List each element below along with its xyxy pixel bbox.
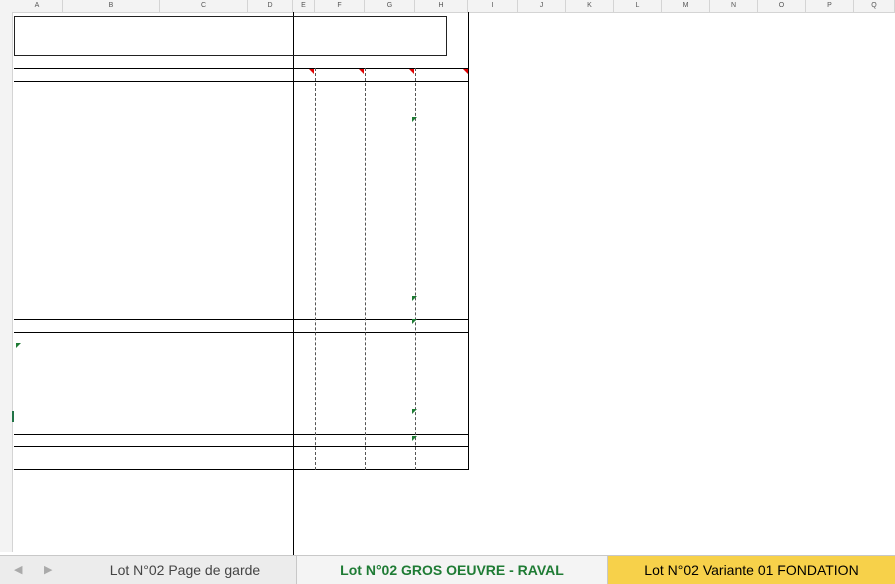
column-header-bar: ABCDEFGHIJKLMNOPQ xyxy=(0,0,895,13)
column-header-a[interactable]: A xyxy=(12,0,63,12)
comment-marker-icon[interactable] xyxy=(463,69,468,74)
sheet-tab-bar: ◀ ▶ Lot N°02 Page de garde Lot N°02 GROS… xyxy=(0,555,895,584)
column-header-n[interactable]: N xyxy=(710,0,758,12)
column-header-b[interactable]: B xyxy=(63,0,160,12)
column-separator xyxy=(365,68,366,470)
column-header-q[interactable]: Q xyxy=(854,0,895,12)
column-header-m[interactable]: M xyxy=(662,0,710,12)
column-header-c[interactable]: C xyxy=(160,0,248,12)
formula-marker-icon[interactable] xyxy=(412,117,417,122)
column-header-d[interactable]: D xyxy=(248,0,293,12)
total-fondations-top xyxy=(14,319,468,320)
tab-page-de-garde[interactable]: Lot N°02 Page de garde xyxy=(74,556,296,584)
column-header-j[interactable]: J xyxy=(518,0,566,12)
column-header-g[interactable]: G xyxy=(365,0,415,12)
next-sheet-icon[interactable]: ▶ xyxy=(44,556,52,584)
formula-marker-icon[interactable] xyxy=(412,436,417,441)
formula-marker-icon[interactable] xyxy=(412,296,417,301)
prev-sheet-icon[interactable]: ◀ xyxy=(14,556,22,584)
formula-marker-icon[interactable] xyxy=(412,409,417,414)
column-header-k[interactable]: K xyxy=(566,0,614,12)
column-header-e[interactable]: E xyxy=(293,0,315,12)
selected-cell-marker xyxy=(12,411,14,422)
header-rule-bottom xyxy=(14,81,468,82)
column-header-h[interactable]: H xyxy=(415,0,468,12)
column-header-p[interactable]: P xyxy=(806,0,854,12)
total-documents-bottom xyxy=(14,446,468,447)
comment-marker-icon[interactable] xyxy=(409,69,414,74)
formula-marker-icon[interactable] xyxy=(412,319,417,324)
frame-right-line xyxy=(468,12,469,470)
column-header-f[interactable]: F xyxy=(315,0,365,12)
project-title-box xyxy=(14,16,447,56)
header-rule-top xyxy=(14,68,468,69)
tab-variante-fondation[interactable]: Lot N°02 Variante 01 FONDATION xyxy=(608,556,895,584)
total-documents-top xyxy=(14,434,468,435)
column-separator xyxy=(315,68,316,470)
frame-left-line xyxy=(293,12,294,555)
tab-gros-oeuvre[interactable]: Lot N°02 GROS OEUVRE - RAVAL xyxy=(296,556,608,584)
column-header-o[interactable]: O xyxy=(758,0,806,12)
formula-marker-icon[interactable] xyxy=(16,343,21,348)
table-bottom-line xyxy=(14,469,468,470)
comment-marker-icon[interactable] xyxy=(359,69,364,74)
column-header-l[interactable]: L xyxy=(614,0,662,12)
row-header-bar xyxy=(0,12,13,552)
column-header-i[interactable]: I xyxy=(468,0,518,12)
total-fondations-bottom xyxy=(14,332,468,333)
comment-marker-icon[interactable] xyxy=(309,69,314,74)
